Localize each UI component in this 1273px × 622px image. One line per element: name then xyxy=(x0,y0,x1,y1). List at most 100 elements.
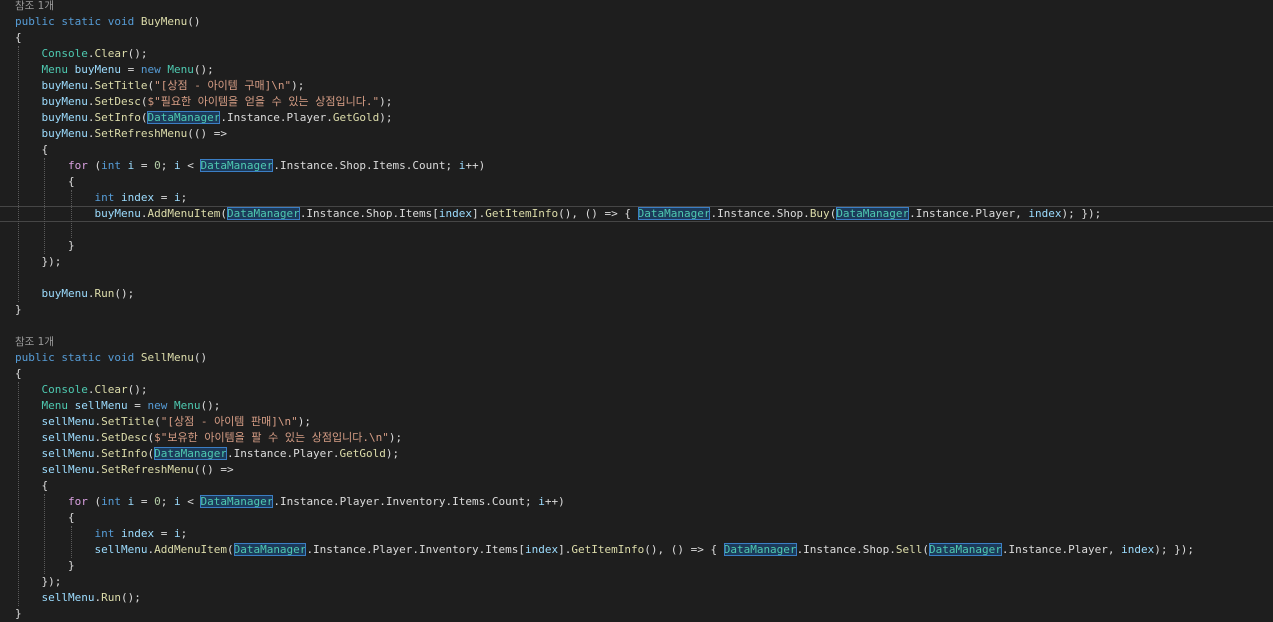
type-token: Console xyxy=(41,383,88,396)
keyword-token: new xyxy=(140,63,161,76)
keyword-token: int xyxy=(94,527,115,540)
variable-token: sellMenu xyxy=(41,463,95,476)
code-text: = xyxy=(120,63,141,76)
variable-token: index xyxy=(1121,543,1155,556)
method-token: SetDesc xyxy=(101,431,148,444)
code-line: Console.Clear(); xyxy=(0,46,1273,62)
variable-token: sellMenu xyxy=(41,591,95,604)
code-text: (() => xyxy=(187,127,227,140)
variable-token: buyMenu xyxy=(74,63,121,76)
codelens-label[interactable]: 참조 1개 xyxy=(15,336,54,348)
code-text: { xyxy=(15,31,22,44)
code-text: .Instance.Shop.Items[ xyxy=(299,207,439,220)
keyword-token: void xyxy=(107,15,135,28)
variable-token: buyMenu xyxy=(41,287,88,300)
code-line: sellMenu.SetRefreshMenu(() => xyxy=(0,462,1273,478)
code-line: sellMenu.Run(); xyxy=(0,590,1273,606)
code-text: (); xyxy=(127,383,148,396)
highlighted-reference[interactable]: DataManager xyxy=(233,543,307,556)
variable-token: buyMenu xyxy=(41,95,88,108)
code-line: { xyxy=(0,174,1273,190)
code-text: (); xyxy=(193,63,214,76)
code-text: { xyxy=(15,479,49,492)
keyword-token: int xyxy=(101,495,121,508)
method-token: Clear xyxy=(94,47,128,60)
keyword-token: int xyxy=(94,191,115,204)
variable-token: sellMenu xyxy=(74,399,128,412)
code-text: ]. xyxy=(558,543,572,556)
method-token: SetRefreshMenu xyxy=(94,127,188,140)
highlighted-reference[interactable]: DataManager xyxy=(147,111,221,124)
variable-token: buyMenu xyxy=(41,79,88,92)
variable-token: index xyxy=(120,191,155,204)
codelens-reference-count[interactable]: 참조 1개 xyxy=(0,0,1273,14)
highlighted-reference[interactable]: DataManager xyxy=(200,495,274,508)
type-token: Menu xyxy=(173,399,201,412)
indent-guide xyxy=(70,190,72,238)
code-line: { xyxy=(0,478,1273,494)
code-text: } xyxy=(15,303,22,316)
code-line: public static void BuyMenu() xyxy=(0,14,1273,30)
code-text: = xyxy=(127,399,148,412)
current-code-line: buyMenu.AddMenuItem(DataManager.Instance… xyxy=(0,206,1273,222)
method-token: GetGold xyxy=(339,447,386,460)
code-line: }); xyxy=(0,254,1273,270)
code-text: ); xyxy=(379,95,393,108)
code-text: ( xyxy=(154,415,161,428)
number-token: 0 xyxy=(154,159,161,172)
code-text: }); xyxy=(15,255,62,268)
code-line: }); xyxy=(0,574,1273,590)
code-text: ; xyxy=(160,495,174,508)
code-text: ); }); xyxy=(1154,543,1194,556)
keyword-token: void xyxy=(107,351,135,364)
code-text: ( xyxy=(226,543,234,556)
code-text: ); xyxy=(385,447,400,460)
highlighted-reference[interactable]: DataManager xyxy=(154,447,227,460)
method-token: Clear xyxy=(94,383,128,396)
code-text: < xyxy=(180,495,201,508)
string-token: "[상점 - 아이템 판매]\n" xyxy=(160,415,298,428)
indent-guide xyxy=(44,494,46,574)
keyword-token: public xyxy=(15,15,55,28)
code-line: sellMenu.AddMenuItem(DataManager.Instanc… xyxy=(0,542,1273,558)
highlighted-reference[interactable]: DataManager xyxy=(723,543,797,556)
highlighted-reference[interactable]: DataManager xyxy=(836,207,910,220)
code-text: ); xyxy=(388,431,403,444)
method-token: Sell xyxy=(895,543,923,556)
code-text: () xyxy=(187,15,201,28)
codelens-label[interactable]: 참조 1개 xyxy=(15,0,54,12)
highlighted-reference[interactable]: DataManager xyxy=(637,207,711,220)
code-text: < xyxy=(180,159,201,172)
method-token: GetItemInfo xyxy=(485,207,559,220)
code-line: Console.Clear(); xyxy=(0,382,1273,398)
indent-guide xyxy=(70,526,72,558)
codelens-reference-count[interactable]: 참조 1개 xyxy=(0,334,1273,350)
variable-token: buyMenu xyxy=(94,207,141,220)
variable-token: index xyxy=(438,207,473,220)
code-line: { xyxy=(0,366,1273,382)
code-text: .Instance.Player. xyxy=(226,447,340,460)
variable-token: index xyxy=(120,527,155,540)
method-token: Buy xyxy=(809,207,830,220)
code-text: (); xyxy=(127,47,148,60)
code-text: .Instance.Shop. xyxy=(710,207,810,220)
keyword-token: static xyxy=(61,15,102,28)
code-line: for (int i = 0; i < DataManager.Instance… xyxy=(0,158,1273,174)
variable-token: sellMenu xyxy=(41,447,95,460)
method-token: SetDesc xyxy=(94,95,141,108)
highlighted-reference[interactable]: DataManager xyxy=(200,159,274,172)
highlighted-reference[interactable]: DataManager xyxy=(929,543,1002,556)
highlighted-reference[interactable]: DataManager xyxy=(226,207,300,220)
string-token: $"보유한 아이템을 팔 수 있는 상점입니다.\n" xyxy=(154,431,389,444)
code-editor[interactable]: 참조 1개 public static void BuyMenu(){ Conso… xyxy=(0,0,1273,620)
code-line: Menu buyMenu = new Menu(); xyxy=(0,62,1273,78)
